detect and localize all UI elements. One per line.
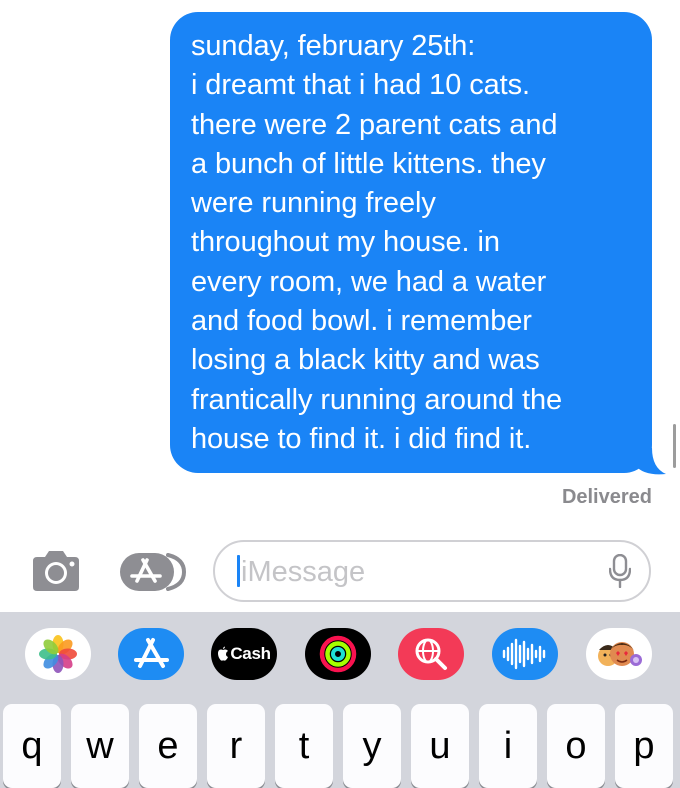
key-o[interactable]: o: [547, 704, 605, 788]
activity-rings-icon: [319, 635, 357, 673]
key-r[interactable]: r: [207, 704, 265, 788]
camera-button[interactable]: [27, 549, 85, 593]
key-y[interactable]: y: [343, 704, 401, 788]
globe-search-icon: [415, 638, 447, 670]
apple-cash-app-button[interactable]: Cash: [211, 628, 277, 680]
key-u[interactable]: u: [411, 704, 469, 788]
app-store-icon: [120, 553, 187, 591]
memoji-icon: [598, 642, 642, 666]
text-caret: [237, 555, 240, 587]
photos-app-button[interactable]: [25, 628, 91, 680]
message-text: sunday, february 25th: i dreamt that i h…: [191, 30, 563, 455]
audio-message-app-button[interactable]: [492, 628, 558, 680]
photos-icon: [39, 635, 77, 673]
key-w[interactable]: w: [71, 704, 129, 788]
app-strip: Cash: [0, 612, 680, 698]
audio-waveform-icon: [502, 638, 546, 670]
message-input[interactable]: iMessage: [213, 540, 651, 602]
scroll-indicator[interactable]: [673, 424, 676, 468]
key-e[interactable]: e: [139, 704, 197, 788]
app-store-icon: [134, 638, 169, 668]
camera-icon: [33, 551, 79, 591]
image-search-app-button[interactable]: [398, 628, 464, 680]
app-store-app-button[interactable]: [118, 628, 184, 680]
key-q[interactable]: q: [3, 704, 61, 788]
key-p[interactable]: p: [615, 704, 673, 788]
keyboard-row-1: q w e r t y u i o p: [0, 704, 680, 788]
cash-label: Cash: [230, 644, 271, 663]
microphone-icon[interactable]: [609, 554, 631, 588]
activity-app-button[interactable]: [305, 628, 371, 680]
apple-logo-icon: [218, 646, 229, 661]
key-i[interactable]: i: [479, 704, 537, 788]
delivery-status: Delivered: [561, 486, 652, 508]
message-bubble[interactable]: sunday, february 25th: i dreamt that i h…: [170, 12, 652, 473]
message-placeholder: iMessage: [241, 556, 366, 588]
apps-button[interactable]: [118, 551, 190, 593]
key-t[interactable]: t: [275, 704, 333, 788]
keyboard: Cash q w e r t y u i o p: [0, 612, 680, 788]
memoji-app-button[interactable]: [586, 628, 652, 680]
bubble-tail: [636, 448, 666, 475]
